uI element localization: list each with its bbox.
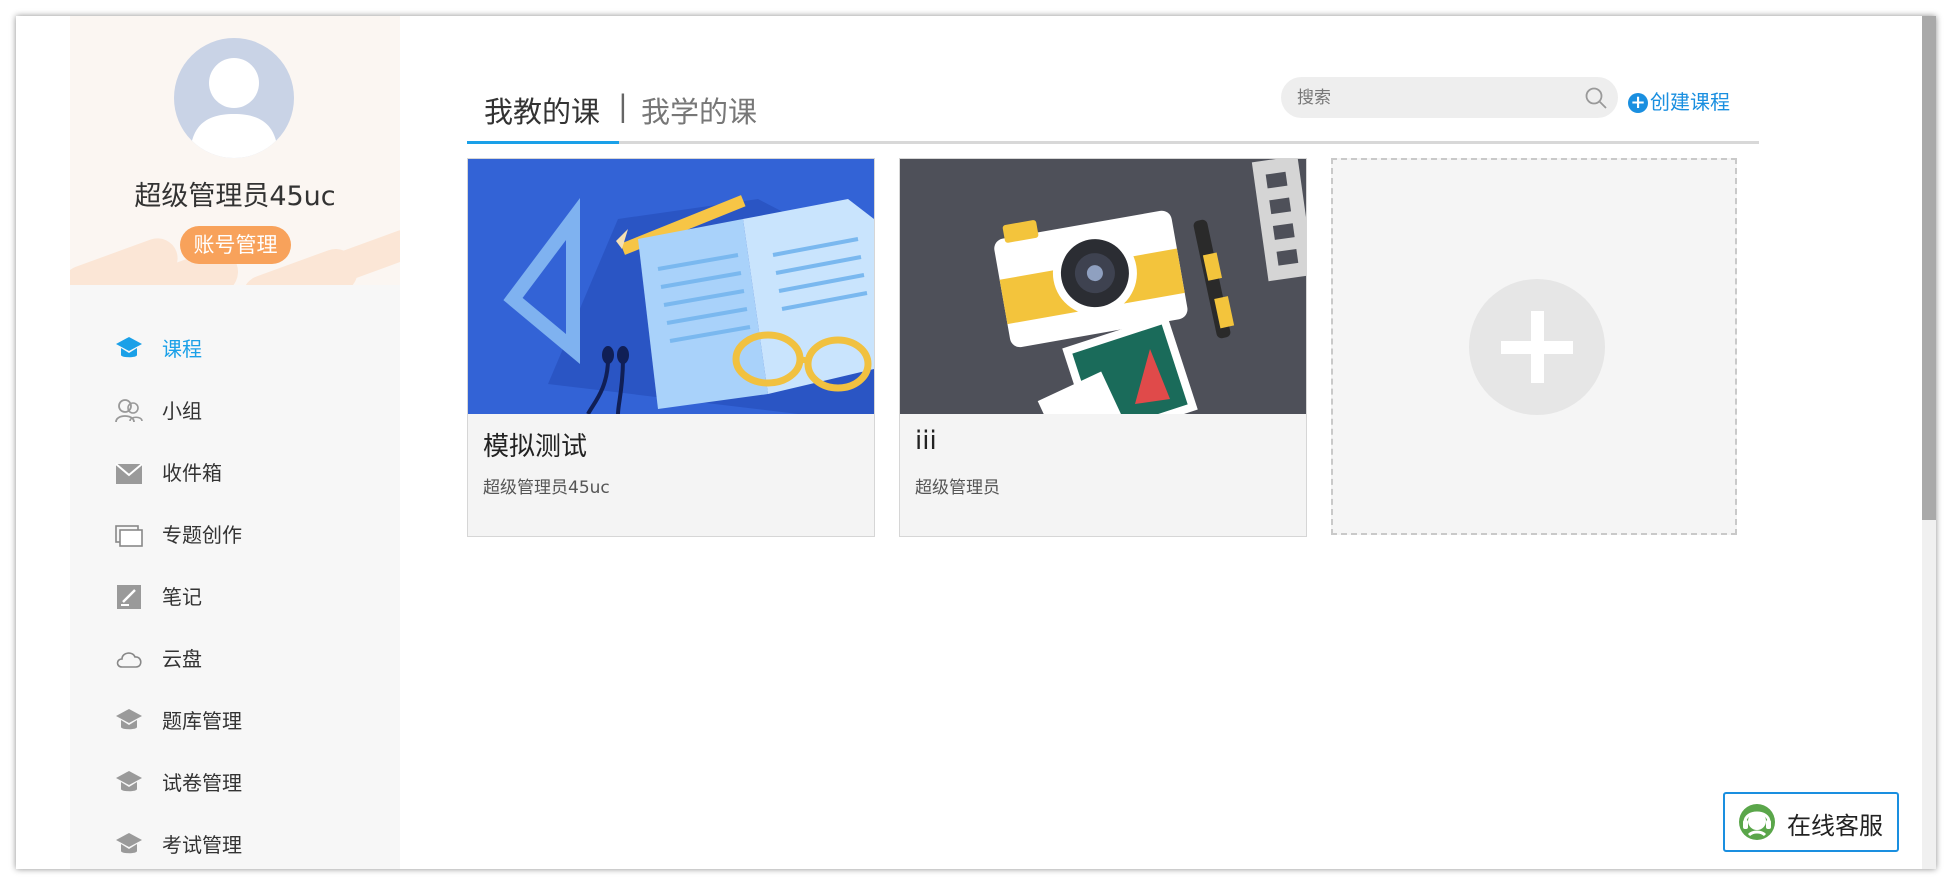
course-card[interactable]: iii 超级管理员 — [899, 158, 1307, 537]
decor-blob — [317, 225, 400, 285]
sidebar-nav: 课程 小组 收件箱 专题创作 笔记 云盘 题库管理 试卷管理 考试管理 — [70, 330, 400, 869]
note-icon — [117, 585, 141, 609]
sidebar-item-label: 收件箱 — [162, 461, 222, 485]
sidebar-item-label: 笔记 — [162, 585, 202, 609]
sidebar-item-note[interactable]: 笔记 — [70, 578, 400, 640]
sidebar-item-cloud[interactable]: 云盘 — [70, 640, 400, 702]
sidebar-item-label: 专题创作 — [162, 523, 242, 547]
search-icon[interactable] — [1584, 86, 1608, 110]
add-course-card[interactable] — [1331, 158, 1737, 535]
sidebar-item-label: 试卷管理 — [162, 771, 242, 795]
tab-learn[interactable]: 我学的课 — [641, 89, 757, 131]
sidebar-item-course[interactable]: 课程 — [70, 330, 400, 392]
create-course-button[interactable]: + 创建课程 — [1628, 86, 1730, 114]
course-icon — [116, 337, 142, 358]
cloud-icon — [116, 652, 142, 668]
active-tab-indicator — [467, 141, 619, 144]
book-illustration-icon — [468, 159, 874, 414]
sidebar-item-topic[interactable]: 专题创作 — [70, 516, 400, 578]
search-box — [1281, 77, 1618, 118]
course-author: 超级管理员 — [915, 478, 1000, 498]
course-title: 模拟测试 — [483, 432, 588, 462]
plus-circle-icon: + — [1628, 93, 1648, 113]
sidebar-item-question-bank[interactable]: 题库管理 — [70, 702, 400, 764]
camera-illustration-icon — [900, 159, 1306, 414]
profile-panel: 超级管理员45uc 账号管理 — [70, 16, 400, 285]
username: 超级管理员45uc — [134, 181, 336, 212]
topic-icon — [115, 525, 143, 547]
search-input[interactable] — [1295, 82, 1579, 114]
app-window: 超级管理员45uc 账号管理 课程 小组 收件箱 专题创作 笔记 云盘 题库管理… — [16, 16, 1936, 869]
sidebar: 超级管理员45uc 账号管理 课程 小组 收件箱 专题创作 笔记 云盘 题库管理… — [70, 16, 400, 869]
exam-paper-icon — [116, 771, 142, 792]
create-course-label: 创建课程 — [1650, 90, 1730, 114]
sidebar-item-label: 题库管理 — [162, 709, 242, 733]
avatar[interactable] — [174, 38, 294, 158]
add-icon — [1469, 279, 1605, 415]
sidebar-item-exam[interactable]: 考试管理 — [70, 826, 400, 869]
user-avatar-icon — [190, 58, 278, 158]
sidebar-item-inbox[interactable]: 收件箱 — [70, 454, 400, 516]
course-card[interactable]: 模拟测试 超级管理员45uc — [467, 158, 875, 537]
sidebar-item-label: 云盘 — [162, 647, 202, 671]
course-title: iii — [915, 426, 937, 456]
course-author: 超级管理员45uc — [483, 478, 610, 498]
sidebar-item-label: 小组 — [162, 399, 202, 423]
tab-separator: | — [618, 89, 628, 123]
sidebar-item-exam-paper[interactable]: 试卷管理 — [70, 764, 400, 826]
scrollbar-thumb[interactable] — [1922, 16, 1936, 520]
inbox-icon — [115, 463, 143, 484]
online-service-label: 在线客服 — [1787, 812, 1883, 840]
sidebar-item-label: 考试管理 — [162, 833, 242, 857]
sidebar-item-group[interactable]: 小组 — [70, 392, 400, 454]
tab-teach[interactable]: 我教的课 — [484, 89, 600, 131]
customer-service-icon — [1739, 804, 1775, 840]
account-management-button[interactable]: 账号管理 — [180, 226, 291, 264]
online-service-button[interactable]: 在线客服 — [1723, 792, 1899, 852]
exam-icon — [116, 833, 142, 854]
group-icon — [115, 399, 143, 423]
sidebar-item-label: 课程 — [162, 337, 202, 361]
question-bank-icon — [116, 709, 142, 730]
